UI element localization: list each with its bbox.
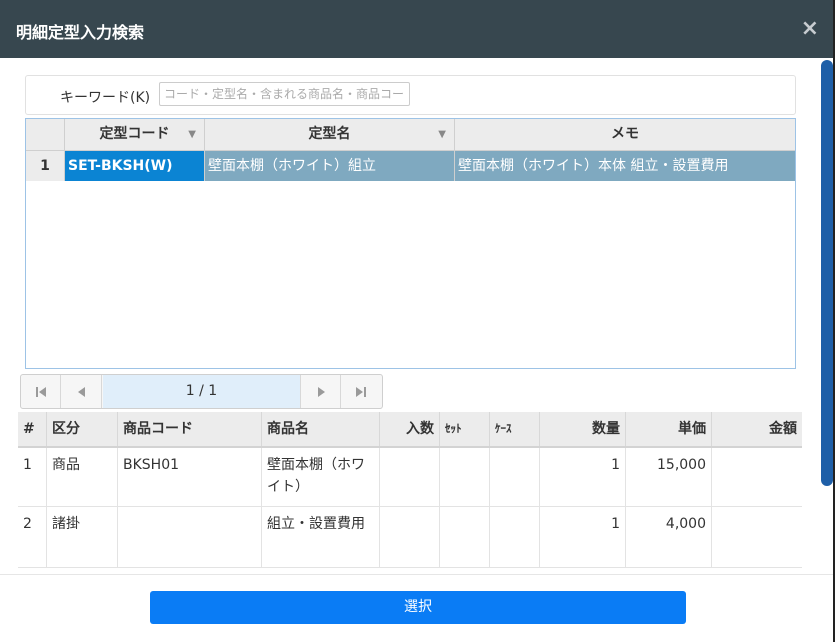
column-header-irisu: 入数 [380,412,440,446]
dialog-footer: 選択 [0,574,835,643]
first-page-icon[interactable] [21,375,61,408]
column-header-case: ｹｰｽ [490,412,540,446]
pager: 1 / 1 [20,374,383,409]
template-memo-cell[interactable]: 壁面本棚（ホワイト）本体 組立・設置費用 [455,151,795,181]
detail-grid: # 区分 商品コード 商品名 入数 ｾｯﾄ ｹｰｽ 数量 単価 金額 1 商品 … [18,412,802,568]
column-header-label: メモ [611,126,639,142]
template-grid-header: 定型コード ▼ 定型名 ▼ メモ [26,119,795,151]
select-button[interactable]: 選択 [150,591,686,624]
row-number-header [26,119,65,150]
item-name-cell: 壁面本棚（ホワイト） [262,448,380,506]
row-number: 1 [26,151,65,181]
column-header-code[interactable]: 定型コード ▼ [65,119,205,150]
case-cell [490,507,540,567]
close-icon[interactable]: × [801,16,819,41]
row-number: 2 [18,507,47,567]
column-header-quantity: 数量 [540,412,626,446]
kubun-cell: 諸掛 [47,507,118,567]
column-header-unit-price: 単価 [626,412,712,446]
table-row[interactable]: 2 諸掛 組立・設置費用 1 4,000 [18,507,802,568]
irisu-cell [380,507,440,567]
dialog-title: 明細定型入力検索 [16,23,145,42]
table-row[interactable]: 1 SET-BKSH(W) 壁面本棚（ホワイト）組立 壁面本棚（ホワイト）本体 … [26,151,795,181]
detail-grid-header: # 区分 商品コード 商品名 入数 ｾｯﾄ ｹｰｽ 数量 単価 金額 [18,412,802,448]
kubun-cell: 商品 [47,448,118,506]
column-header-set: ｾｯﾄ [440,412,490,446]
column-header-number: # [18,412,47,446]
filter-icon[interactable]: ▼ [438,119,446,150]
filter-icon[interactable]: ▼ [188,119,196,150]
column-header-memo[interactable]: メモ [455,119,795,150]
set-cell [440,507,490,567]
column-header-label: 定型コード [99,126,170,142]
scrollbar-thumb[interactable] [821,60,833,486]
amount-cell [712,448,802,506]
column-header-name[interactable]: 定型名 ▼ [205,119,455,150]
irisu-cell [380,448,440,506]
next-page-icon[interactable] [301,375,341,408]
keyword-input[interactable] [159,82,410,106]
column-header-item-code: 商品コード [118,412,262,446]
column-header-item-name: 商品名 [262,412,380,446]
template-grid: 定型コード ▼ 定型名 ▼ メモ 1 SET-BKSH(W) 壁面本棚（ホワイト… [25,118,796,369]
template-name-cell[interactable]: 壁面本棚（ホワイト）組立 [205,151,455,181]
search-panel: キーワード(K) [25,75,796,115]
column-header-label: 定型名 [308,126,351,142]
row-number: 1 [18,448,47,506]
column-header-amount: 金額 [769,421,797,437]
set-cell [440,448,490,506]
dialog-titlebar: 明細定型入力検索 × [0,0,835,58]
item-code-cell [118,507,262,567]
table-row[interactable]: 1 商品 BKSH01 壁面本棚（ホワイト） 1 15,000 [18,448,802,507]
case-cell [490,448,540,506]
template-code-cell[interactable]: SET-BKSH(W) [65,151,205,181]
quantity-cell: 1 [540,507,626,567]
amount-cell [712,507,802,567]
prev-page-icon[interactable] [62,375,102,408]
column-header-kubun: 区分 [47,412,118,446]
item-name-cell: 組立・設置費用 [262,507,380,567]
item-code-cell: BKSH01 [118,448,262,506]
last-page-icon[interactable] [341,375,381,408]
keyword-label: キーワード(K) [60,90,151,106]
page-indicator: 1 / 1 [103,375,301,408]
unit-price-cell: 4,000 [626,507,712,567]
unit-price-cell: 15,000 [626,448,712,506]
quantity-cell: 1 [540,448,626,506]
